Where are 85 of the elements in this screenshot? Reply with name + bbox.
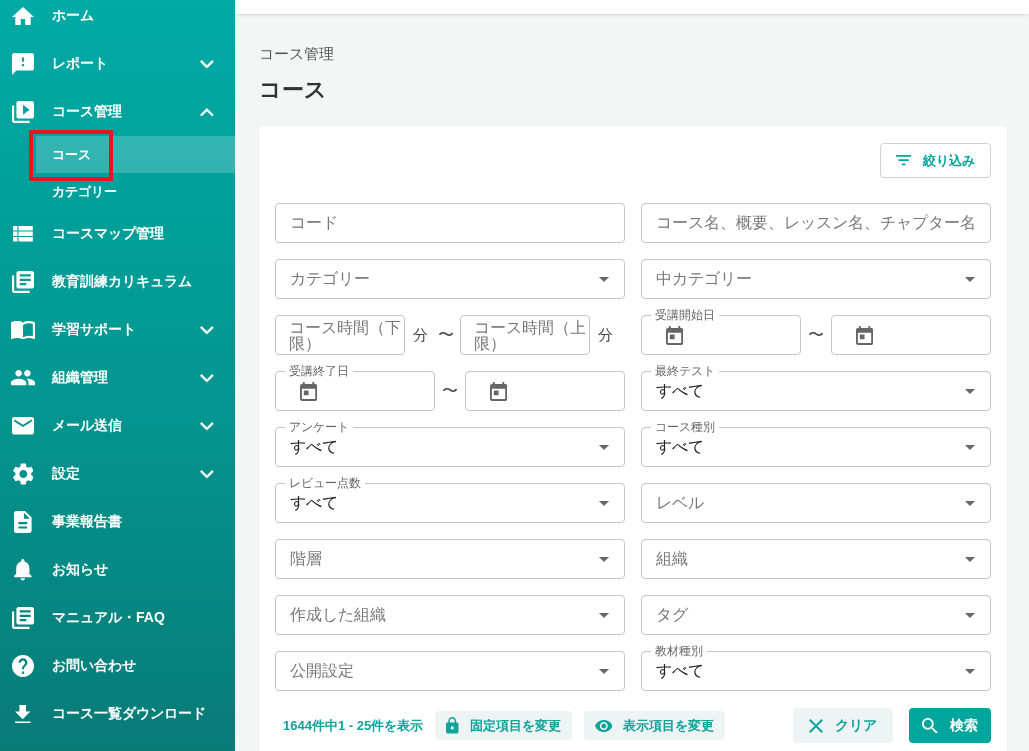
help-icon (12, 655, 34, 677)
sidebar-item[interactable]: 教育訓練カリキュラム (0, 258, 235, 306)
unit-label: 分 (413, 325, 428, 345)
text-field[interactable]: コード (275, 203, 625, 243)
download-icon (15, 704, 31, 724)
calendar-icon (666, 325, 684, 345)
dropdown-caret-icon (965, 388, 975, 394)
field-label: 最終テスト (651, 364, 719, 378)
field-label: 教材種別 (651, 644, 707, 658)
range-separator: 〜 (442, 380, 458, 401)
open-book-icon (11, 320, 35, 340)
document-icon (14, 511, 32, 533)
range-separator: 〜 (808, 324, 824, 345)
field-label: 受講開始日 (651, 308, 719, 322)
bell-icon (14, 559, 32, 581)
home-icon (12, 6, 34, 26)
field-label: レビュー点数 (285, 476, 365, 490)
dropdown-caret-icon (965, 612, 975, 618)
date-field[interactable] (465, 371, 625, 411)
calendar-icon (856, 325, 874, 345)
select-field[interactable]: カテゴリー (275, 259, 625, 299)
sidebar-subitem[interactable]: カテゴリー (36, 173, 235, 210)
text-field[interactable]: コース時間（下限） (275, 315, 405, 355)
sidebar-item[interactable]: ホーム (0, 0, 235, 40)
change-fixed-items-button[interactable]: 固定項目を変更 (435, 711, 572, 740)
people-icon (11, 370, 35, 386)
sidebar-item[interactable]: 設定 (0, 450, 235, 498)
sidebar-item[interactable]: 事業報告書 (0, 498, 235, 546)
dropdown-caret-icon (599, 444, 609, 450)
dropdown-caret-icon (599, 276, 609, 282)
breadcrumb: コース管理 (259, 44, 334, 64)
document-stack-icon (12, 607, 34, 629)
lock-icon (446, 717, 459, 734)
field-label: コース種別 (651, 420, 719, 434)
sidebar-item[interactable]: レポート (0, 40, 235, 88)
sidebar-item[interactable]: コース一覧ダウンロード (0, 690, 235, 738)
date-field[interactable] (831, 315, 991, 355)
speech-bubble-icon (12, 53, 34, 75)
close-icon (809, 718, 824, 733)
select-field[interactable]: 中カテゴリー (641, 259, 991, 299)
clear-button[interactable]: クリア (793, 708, 894, 743)
select-field[interactable]: 作成した組織 (275, 595, 625, 635)
calendar-icon (490, 381, 508, 401)
sidebar-item[interactable]: コース管理 (0, 88, 235, 136)
sidebar-item[interactable]: マニュアル・FAQ (0, 594, 235, 642)
dropdown-caret-icon (965, 556, 975, 562)
select-field[interactable]: タグ (641, 595, 991, 635)
search-icon (922, 717, 938, 734)
text-field[interactable]: コース時間（上限） (460, 315, 590, 355)
select-field[interactable]: 組織 (641, 539, 991, 579)
search-button[interactable]: 検索 (909, 708, 991, 743)
select-field[interactable]: レベル (641, 483, 991, 523)
filter-button[interactable]: 絞り込み (879, 143, 991, 178)
text-field[interactable]: コース名、概要、レッスン名、チャプター名 (641, 203, 991, 243)
dropdown-caret-icon (965, 500, 975, 506)
field-label: 受講終了日 (285, 364, 353, 378)
sidebar-item[interactable]: コースマップ管理 (0, 210, 235, 258)
sidebar-item[interactable]: お知らせ (0, 546, 235, 594)
sidebar-item[interactable]: 学習サポート (0, 306, 235, 354)
list-icon (13, 226, 33, 242)
field-label: アンケート (285, 420, 353, 434)
video-stack-icon (12, 101, 34, 123)
settings-icon (12, 463, 34, 485)
unit-label: 分 (598, 325, 613, 345)
dropdown-caret-icon (965, 668, 975, 674)
change-display-items-button[interactable]: 表示項目を変更 (583, 711, 726, 740)
page-title: コース (259, 76, 327, 104)
calendar-icon (300, 381, 318, 401)
dropdown-caret-icon (965, 444, 975, 450)
select-field[interactable]: 公開設定 (275, 651, 625, 691)
dropdown-caret-icon (965, 276, 975, 282)
dropdown-caret-icon (599, 500, 609, 506)
result-count: 1644件中1 - 25件を表示 (283, 716, 424, 735)
eye-icon (594, 719, 613, 732)
dropdown-caret-icon (599, 668, 609, 674)
document-stack-icon (12, 271, 34, 293)
select-field[interactable]: 階層 (275, 539, 625, 579)
sidebar-item[interactable]: お問い合わせ (0, 642, 235, 690)
dropdown-caret-icon (599, 556, 609, 562)
filter-icon (895, 155, 911, 166)
sidebar-item[interactable]: メール送信 (0, 402, 235, 450)
sidebar-item[interactable]: 組織管理 (0, 354, 235, 402)
envelope-icon (12, 417, 34, 435)
range-separator: 〜 (438, 324, 454, 345)
dropdown-caret-icon (599, 612, 609, 618)
